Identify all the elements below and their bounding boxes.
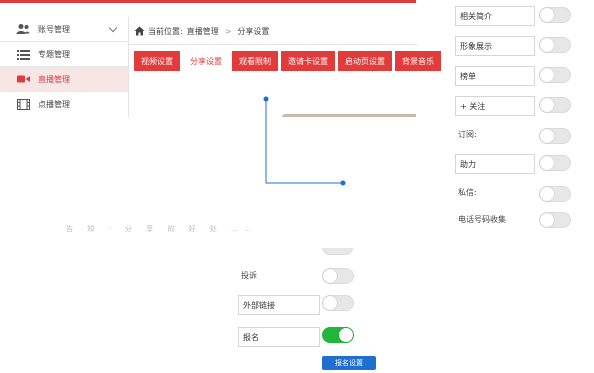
toggle-related-intro[interactable]	[539, 7, 571, 23]
toggle-phone-collection[interactable]	[539, 212, 571, 228]
toggle-knob	[540, 68, 554, 82]
toggle-report[interactable]	[322, 268, 354, 284]
toggle-external-link[interactable]	[322, 295, 354, 311]
toggle-subscribe[interactable]	[539, 128, 571, 144]
toggle-partial	[322, 248, 353, 257]
toggle-knob	[540, 129, 554, 143]
toggle-knob	[540, 156, 554, 170]
faded-text: 告 知 · 分 享 的 好 处 ……	[66, 225, 258, 233]
row-registration[interactable]: 报名	[238, 327, 320, 347]
row-leaderboard[interactable]: 榜单	[455, 66, 535, 86]
toggle-knob	[323, 269, 337, 283]
registration-settings-button[interactable]: 报名设置	[322, 356, 376, 370]
toggle-follow[interactable]	[539, 97, 571, 113]
toggle-leaderboard[interactable]	[539, 67, 571, 83]
toggle-image-display[interactable]	[539, 37, 571, 53]
toggle-knob	[540, 8, 554, 22]
row-external-link[interactable]: 外部链接	[238, 295, 320, 315]
row-subscribe: 订阅:	[458, 130, 477, 139]
row-related-intro[interactable]: 相关简介	[455, 6, 535, 26]
toggle-knob	[339, 328, 353, 342]
row-report: 投诉	[241, 271, 257, 280]
toggle-knob	[540, 213, 554, 227]
toggle-knob	[540, 187, 554, 201]
connector-handle[interactable]	[263, 96, 269, 102]
toggle-boost[interactable]	[539, 155, 571, 171]
toggle-knob	[323, 296, 337, 310]
toggle-private-message[interactable]	[539, 186, 571, 202]
toggle-knob	[540, 38, 554, 52]
toggle-knob	[540, 98, 554, 112]
connector-handle[interactable]	[340, 180, 346, 186]
toggle-registration[interactable]	[322, 327, 354, 343]
row-boost[interactable]: 助力	[455, 154, 535, 174]
row-follow[interactable]: + 关注	[455, 96, 535, 116]
row-private-message: 私信:	[458, 188, 477, 197]
row-phone-collection: 电话号码收集	[458, 215, 506, 224]
row-image-display[interactable]: 形象展示	[455, 36, 535, 56]
